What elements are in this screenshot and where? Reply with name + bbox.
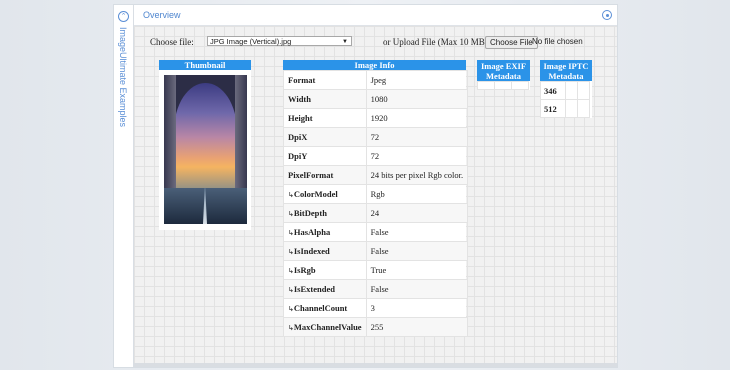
info-value: 24 bits per pixel Rgb color. [365, 165, 469, 185]
info-key: IsRgb [283, 260, 367, 280]
info-key-label: IsExtended [288, 284, 335, 294]
thumbnail-image [164, 75, 247, 224]
iptc-cell [577, 99, 590, 118]
image-info-table: Format Jpeg Width 1080 Height 1920 DpiX 72 D… [283, 70, 469, 337]
info-key-label: ColorModel [288, 189, 338, 199]
table-row: DpiY 72 [283, 146, 469, 166]
upload-status: No file chosen [532, 37, 583, 46]
choose-file-label: Choose file: [150, 37, 194, 47]
iptc-cell [577, 81, 590, 100]
iptc-cell [565, 81, 578, 100]
iptc-header: Image IPTC Metadata [540, 60, 592, 81]
info-key: HasAlpha [283, 222, 367, 242]
exif-cell [477, 81, 495, 90]
chevron-down-icon: ▼ [342, 39, 348, 45]
iptc-table: 346 512 [540, 81, 590, 118]
info-value: True [365, 260, 469, 280]
iptc-header-line1: Image IPTC [543, 61, 589, 71]
table-row: IsIndexed False [283, 241, 469, 261]
thumbnail-header: Thumbnail [159, 60, 251, 70]
table-row: HasAlpha False [283, 222, 469, 242]
info-key-label: IsIndexed [288, 246, 330, 256]
info-key: Format [283, 70, 367, 90]
info-key-label: BitDepth [288, 208, 327, 218]
gear-icon[interactable] [602, 10, 612, 20]
info-value: False [365, 279, 469, 299]
info-value: 1080 [365, 89, 469, 109]
info-key: IsExtended [283, 279, 367, 299]
exif-header: Image EXIF Metadata [477, 60, 530, 81]
info-value: 255 [365, 317, 469, 337]
info-value: False [365, 241, 469, 261]
table-row: Format Jpeg [283, 70, 469, 90]
sidebar: ⌃ ImageUltimate Examples [114, 5, 134, 367]
exif-card: Image EXIF Metadata [477, 60, 530, 90]
info-key: BitDepth [283, 203, 367, 223]
panel-title: Overview [143, 10, 181, 20]
info-key: DpiX [283, 127, 367, 147]
info-value: Rgb [365, 184, 469, 204]
table-row: 346 [540, 81, 590, 100]
iptc-cell [565, 99, 578, 118]
exif-header-line2: Metadata [486, 71, 521, 81]
info-key-label: MaxChannelValue [288, 322, 362, 332]
info-key-label: HasAlpha [288, 227, 330, 237]
overview-panel: Overview Choose file: JPG Image (Vertica… [134, 5, 617, 367]
info-key: MaxChannelValue [283, 317, 367, 337]
table-row: MaxChannelValue255 [283, 317, 469, 337]
info-value: False [365, 222, 469, 242]
info-value: 1920 [365, 108, 469, 128]
choose-file-button[interactable]: Choose File [485, 36, 538, 49]
table-row: DpiX 72 [283, 127, 469, 147]
table-row: PixelFormat 24 bits per pixel Rgb color. [283, 165, 469, 185]
iptc-header-line2: Metadata [548, 71, 584, 81]
info-value: 72 [365, 146, 469, 166]
info-key: Width [283, 89, 367, 109]
table-row: IsRgb True [283, 260, 469, 280]
table-row: 512 [540, 99, 590, 118]
info-key-label: ChannelCount [288, 303, 347, 313]
table-row: Width 1080 [283, 89, 469, 109]
table-row: BitDepth 24 [283, 203, 469, 223]
upload-label: or Upload File (Max 10 MB): [383, 37, 491, 47]
sidebar-item-imageultimate-examples[interactable]: ImageUltimate Examples [118, 27, 128, 127]
info-value: 72 [365, 127, 469, 147]
table-row: IsExtended False [283, 279, 469, 299]
thumbnail-sky [174, 83, 237, 203]
exif-table [477, 81, 529, 90]
info-value: Jpeg [365, 70, 469, 90]
exif-header-line1: Image EXIF [480, 61, 527, 71]
horizontal-scrollbar[interactable] [134, 363, 617, 367]
iptc-value: 512 [540, 99, 566, 118]
table-row [477, 81, 529, 90]
file-select-value: JPG Image (Vertical).jpg [210, 37, 292, 46]
info-key: IsIndexed [283, 241, 367, 261]
iptc-value: 346 [540, 81, 566, 100]
info-key: ChannelCount [283, 298, 367, 318]
iptc-card: Image IPTC Metadata 346 512 [540, 60, 592, 118]
panel-content: Choose file: JPG Image (Vertical).jpg ▼ … [134, 26, 617, 367]
app-window: ⌃ ImageUltimate Examples Overview Choose… [113, 4, 618, 368]
table-row: ChannelCount 3 [283, 298, 469, 318]
info-key: ColorModel [283, 184, 367, 204]
exif-cell [511, 81, 529, 90]
panel-header: Overview [134, 5, 617, 26]
info-key-label: IsRgb [288, 265, 316, 275]
info-value: 3 [365, 298, 469, 318]
file-select[interactable]: JPG Image (Vertical).jpg ▼ [207, 36, 352, 46]
thumbnail-card: Thumbnail [159, 60, 251, 230]
table-row: Height 1920 [283, 108, 469, 128]
info-value: 24 [365, 203, 469, 223]
info-key: PixelFormat [283, 165, 367, 185]
image-info-card: Image Info Format Jpeg Width 1080 Height 19… [283, 60, 469, 337]
file-row: Choose file: JPG Image (Vertical).jpg ▼ … [150, 36, 583, 49]
chevron-up-icon[interactable]: ⌃ [118, 11, 129, 22]
info-key: DpiY [283, 146, 367, 166]
image-info-header: Image Info [283, 60, 466, 70]
table-row: ColorModel Rgb [283, 184, 469, 204]
info-key: Height [283, 108, 367, 128]
exif-cell [494, 81, 512, 90]
